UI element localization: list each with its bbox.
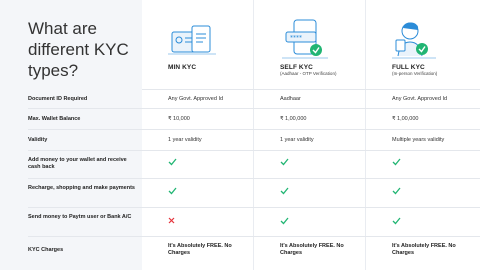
row-label: Send money to Paytm user or Bank A/C: [28, 214, 132, 220]
person-verification-icon: [392, 22, 436, 59]
check-icon: [392, 187, 401, 195]
id-cards-icon: [168, 25, 216, 55]
row-divider: [28, 129, 480, 130]
table-cell: Multiple years validity: [392, 137, 445, 143]
table-cell: ₹ 1,00,000: [392, 116, 419, 122]
column-title-min-kyc: MIN KYC: [168, 64, 197, 71]
table-cell: 1 year validity: [280, 137, 314, 143]
check-icon: [392, 158, 401, 166]
column-separator: [365, 0, 366, 270]
column-title-self-kyc: SELF KYC: [280, 64, 313, 71]
page-title: What are different KYC types?: [28, 19, 129, 80]
table-cell: 1 year validity: [168, 137, 202, 143]
row-divider: [28, 236, 480, 237]
row-divider: [28, 108, 480, 109]
row-label: KYC Charges: [28, 247, 64, 253]
check-icon: [280, 158, 289, 166]
row-label: Add money to your wallet and receive cas…: [28, 157, 127, 170]
check-icon: [392, 217, 401, 225]
check-icon: [168, 158, 177, 166]
row-label: Validity: [28, 137, 48, 143]
table-cell: It's Absolutely FREE. No Charges: [392, 243, 456, 256]
column-separator: [253, 0, 254, 270]
row-label: Recharge, shopping and make payments: [28, 185, 135, 191]
table-cell: Any Govt. Approved Id: [392, 96, 448, 102]
table-cell: ₹ 10,000: [168, 116, 190, 122]
row-divider: [28, 207, 480, 208]
row-divider: [28, 178, 480, 179]
column-subtitle-full-kyc: (In-person Verification): [392, 71, 438, 76]
row-label: Max. Wallet Balance: [28, 116, 81, 122]
column-title-full-kyc: FULL KYC: [392, 64, 425, 71]
column-subtitle-self-kyc: (Aadhaar - OTP Verification): [280, 71, 337, 76]
check-icon: [280, 217, 289, 225]
table-cell: Any Govt. Approved Id: [168, 96, 224, 102]
check-icon: [168, 187, 177, 195]
header-divider: [142, 89, 480, 90]
table-cell: It's Absolutely FREE. No Charges: [168, 243, 232, 256]
cross-icon: [168, 217, 175, 224]
table-cell: ₹ 1,00,000: [280, 116, 307, 122]
phone-otp-icon: ****: [282, 19, 328, 59]
table-cell: It's Absolutely FREE. No Charges: [280, 243, 344, 256]
svg-text:****: ****: [290, 35, 302, 42]
kyc-comparison-table: What are different KYC types? MIN KYC **…: [0, 0, 480, 270]
row-divider: [28, 150, 480, 151]
check-icon: [280, 187, 289, 195]
table-cell: Aadhaar: [280, 96, 301, 102]
row-label: Document ID Required: [28, 96, 88, 102]
